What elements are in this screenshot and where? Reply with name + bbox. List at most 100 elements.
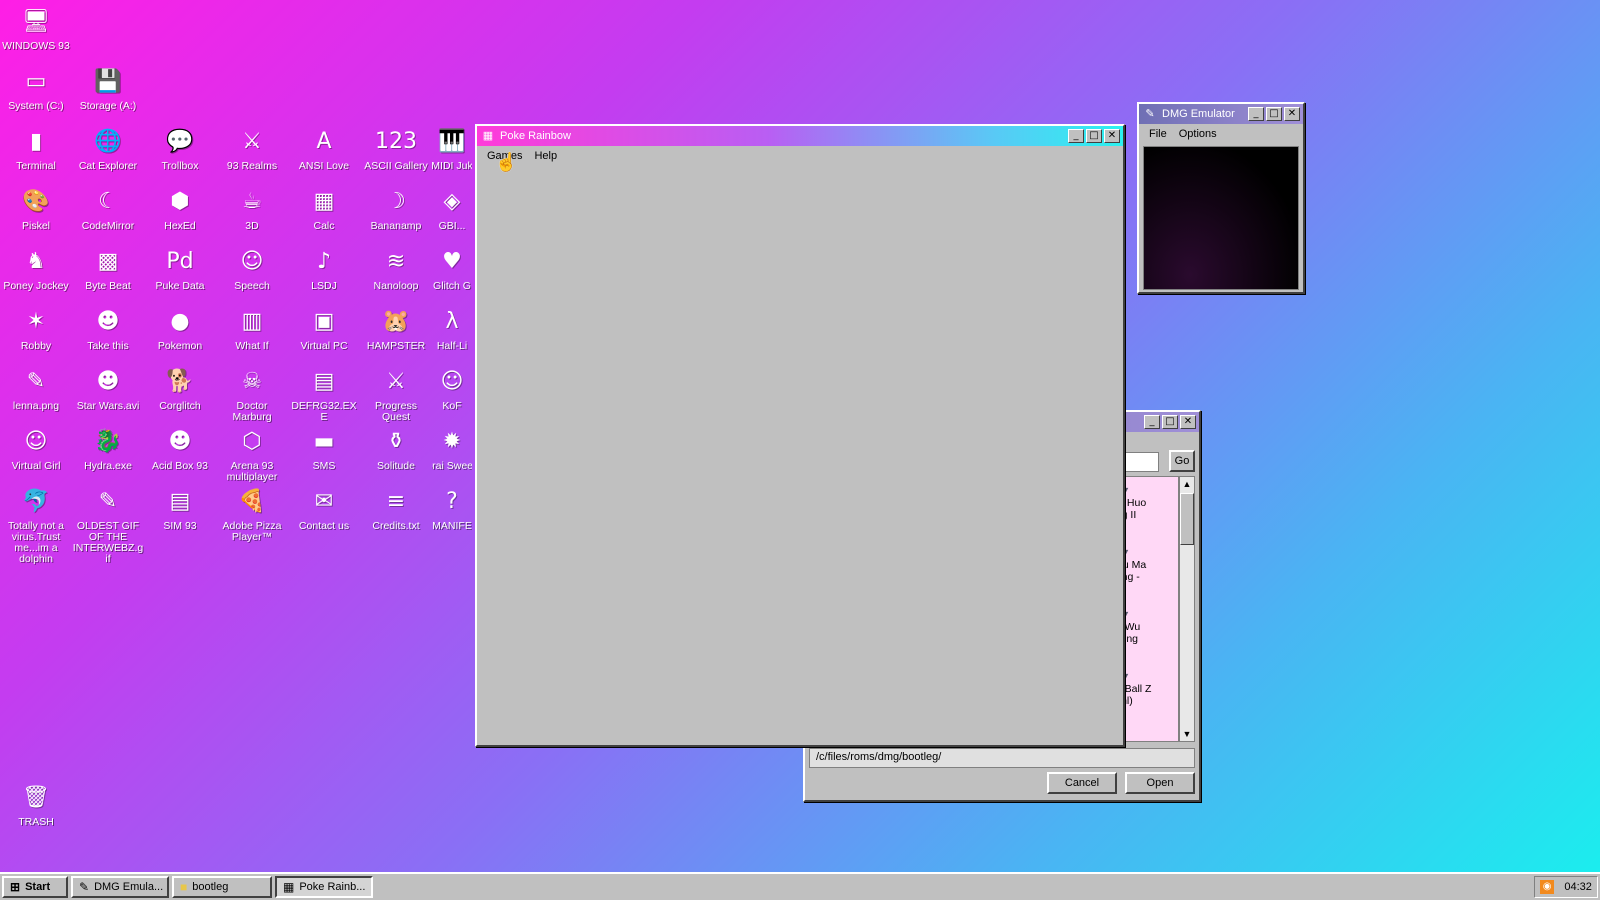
desktop-icon[interactable]: 💾 Storage (A:) xyxy=(72,66,144,112)
desktop-icon[interactable]: 💬 Trollbox xyxy=(144,126,216,172)
desktop-icon[interactable]: λ Half-Li xyxy=(432,306,472,352)
path-field[interactable]: /c/files/roms/dmg/bootleg/ xyxy=(809,748,1195,768)
desktop-icon[interactable]: ☾ CodeMirror xyxy=(72,186,144,232)
poke-content-area[interactable] xyxy=(477,166,1123,745)
desktop-icon-label: Poney Jockey xyxy=(3,280,69,292)
desktop-icon[interactable]: 🐹 HAMPSTER xyxy=(360,306,432,352)
desktop-icon[interactable]: 🐉 Hydra.exe xyxy=(72,426,144,472)
desktop-icon[interactable]: ● Pokemon xyxy=(144,306,216,352)
task-dmg-emulator[interactable]: ✎ DMG Emula... xyxy=(71,876,169,898)
go-button[interactable]: Go xyxy=(1169,450,1195,472)
desktop-icon[interactable]: ☺ Speech xyxy=(216,246,288,292)
desktop-icon[interactable]: ☕ 3D xyxy=(216,186,288,232)
menu-file[interactable]: File xyxy=(1143,128,1173,140)
maximize-icon[interactable]: □ xyxy=(1086,129,1102,143)
desktop-icon[interactable]: ⚔ Progress Quest xyxy=(360,366,432,423)
desktop-icon-label: MANIFE xyxy=(432,520,472,532)
codemirror-icon: ☾ xyxy=(98,189,118,214)
maximize-icon[interactable]: □ xyxy=(1266,107,1282,121)
ansi-icon: A xyxy=(316,129,332,154)
file-list-scrollbar[interactable]: ▲ ▼ xyxy=(1179,476,1195,742)
desktop-icon[interactable]: ☠ Doctor Marburg xyxy=(216,366,288,423)
start-label: Start xyxy=(25,881,51,893)
desktop-icon[interactable]: ▤ SIM 93 xyxy=(144,486,216,532)
cancel-button[interactable]: Cancel xyxy=(1047,772,1117,794)
whatif-icon: ▥ xyxy=(241,309,263,334)
desktop-icon[interactable]: ♥ Glitch G xyxy=(432,246,472,292)
desktop-icon[interactable]: ✉ Contact us xyxy=(288,486,360,532)
minimize-icon[interactable]: _ xyxy=(1144,415,1160,429)
dmg-titlebar[interactable]: ✎ DMG Emulator _ □ ✕ xyxy=(1139,104,1303,124)
desktop-icon[interactable]: ♪ LSDJ xyxy=(288,246,360,292)
desktop-icon-label: GBI... xyxy=(438,220,466,232)
desktop-icon[interactable]: ✎ lenna.png xyxy=(0,366,72,412)
desktop-icon[interactable]: ≡ Credits.txt xyxy=(360,486,432,532)
desktop-icon[interactable]: 🗑 TRASH xyxy=(0,782,72,828)
emulator-screen[interactable] xyxy=(1143,146,1299,290)
close-icon[interactable]: ✕ xyxy=(1284,107,1300,121)
question-icon: ? xyxy=(446,489,458,514)
dmg-emulator-window: ✎ DMG Emulator _ □ ✕ File Options xyxy=(1137,102,1305,294)
task-bootleg[interactable]: ■ bootleg xyxy=(172,876,272,898)
desktop-icon[interactable]: Pd Puke Data xyxy=(144,246,216,292)
task-poke-rainbow[interactable]: ▦ Poke Rainb... xyxy=(275,876,373,898)
desktop-icon[interactable]: 🖥 WINDOWS 93 xyxy=(0,6,72,52)
task-label: bootleg xyxy=(192,881,229,893)
desktop-icon[interactable]: ☻ Star Wars.avi xyxy=(72,366,144,412)
close-icon[interactable]: ✕ xyxy=(1180,415,1196,429)
desktop-icon[interactable]: ☻ Acid Box 93 xyxy=(144,426,216,472)
desktop-icon[interactable]: ☺ Virtual Girl xyxy=(0,426,72,472)
rss-icon[interactable]: ◉ xyxy=(1540,880,1555,894)
poke-icon: ▦ xyxy=(283,880,295,894)
desktop-icon[interactable]: ⚔ 93 Realms xyxy=(216,126,288,172)
desktop-icon[interactable]: 🍕 Adobe Pizza Player™ xyxy=(216,486,288,543)
scroll-thumb[interactable] xyxy=(1180,493,1194,545)
desktop-icon[interactable]: ◈ GBI... xyxy=(432,186,472,232)
menu-options[interactable]: Options xyxy=(1173,128,1223,140)
desktop-icon[interactable]: ▬ SMS xyxy=(288,426,360,472)
desktop-icon[interactable]: 🌐 Cat Explorer xyxy=(72,126,144,172)
dolphin-icon: 🐬 xyxy=(22,489,50,514)
maximize-icon[interactable]: □ xyxy=(1162,415,1178,429)
desktop-icon-label: Virtual PC xyxy=(300,340,348,352)
desktop-icon[interactable]: ≋ Nanoloop xyxy=(360,246,432,292)
desktop-icon[interactable]: 🐬 Totally not a virus.Trust me...im a dol… xyxy=(0,486,72,565)
desktop-icon[interactable]: ☽ Bananamp xyxy=(360,186,432,232)
desktop-icon[interactable]: ▮ Terminal xyxy=(0,126,72,172)
menu-help[interactable]: Help xyxy=(528,150,563,162)
desktop-icon[interactable]: ☺ KoF xyxy=(432,366,472,412)
wave-icon: ≋ xyxy=(386,249,406,274)
desktop-icon[interactable]: ▥ What If xyxy=(216,306,288,352)
desktop-icon[interactable]: ☻ Take this xyxy=(72,306,144,352)
desktop-icon[interactable]: ▣ Virtual PC xyxy=(288,306,360,352)
desktop-icon[interactable]: ⬡ Arena 93 multiplayer xyxy=(216,426,288,483)
desktop-icon[interactable]: ▭ System (C:) xyxy=(0,66,72,112)
minimize-icon[interactable]: _ xyxy=(1248,107,1264,121)
desktop-icon[interactable]: ▦ Calc xyxy=(288,186,360,232)
desktop-icon[interactable]: ▤ DEFRG32.EXE xyxy=(288,366,360,423)
scroll-up-icon[interactable]: ▲ xyxy=(1180,477,1194,491)
desktop-icon[interactable]: A ANSI Love xyxy=(288,126,360,172)
desktop-icon[interactable]: 123 ASCII Gallery xyxy=(360,126,432,172)
open-button[interactable]: Open xyxy=(1125,772,1195,794)
desktop-icon[interactable]: 🐕 Corglitch xyxy=(144,366,216,412)
desktop-icon[interactable]: ♞ Poney Jockey xyxy=(0,246,72,292)
desktop-icon[interactable]: ⚱ Solitude xyxy=(360,426,432,472)
desktop-icon[interactable]: 🎹 MIDI Juk xyxy=(432,126,472,172)
desktop-icon[interactable]: ⬢ HexEd xyxy=(144,186,216,232)
desktop-icon[interactable]: 🎨 Piskel xyxy=(0,186,72,232)
desktop-icon[interactable]: ▩ Byte Beat xyxy=(72,246,144,292)
scroll-down-icon[interactable]: ▼ xyxy=(1180,727,1194,741)
minimize-icon[interactable]: _ xyxy=(1068,129,1084,143)
desktop-icon[interactable]: ✹ Brai Sweep xyxy=(432,426,472,472)
start-button[interactable]: ⊞ Start xyxy=(2,876,68,898)
close-icon[interactable]: ✕ xyxy=(1104,129,1120,143)
desktop-icon[interactable]: ✶ Robby xyxy=(0,306,72,352)
desktop-icon[interactable]: ? MANIFE xyxy=(432,486,472,532)
desktop-icon[interactable]: ✎ OLDEST GIF OF THE INTERWEBZ.gif xyxy=(72,486,144,565)
desktop-icon-label: Adobe Pizza Player™ xyxy=(222,520,282,543)
poke-titlebar[interactable]: ▦ Poke Rainbow _ □ ✕ xyxy=(477,126,1123,146)
trash-icon: 🗑 xyxy=(22,785,50,810)
desktop-icon-label: Arena 93 multiplayer xyxy=(226,460,278,483)
poke-icon: ▦ xyxy=(482,130,494,142)
